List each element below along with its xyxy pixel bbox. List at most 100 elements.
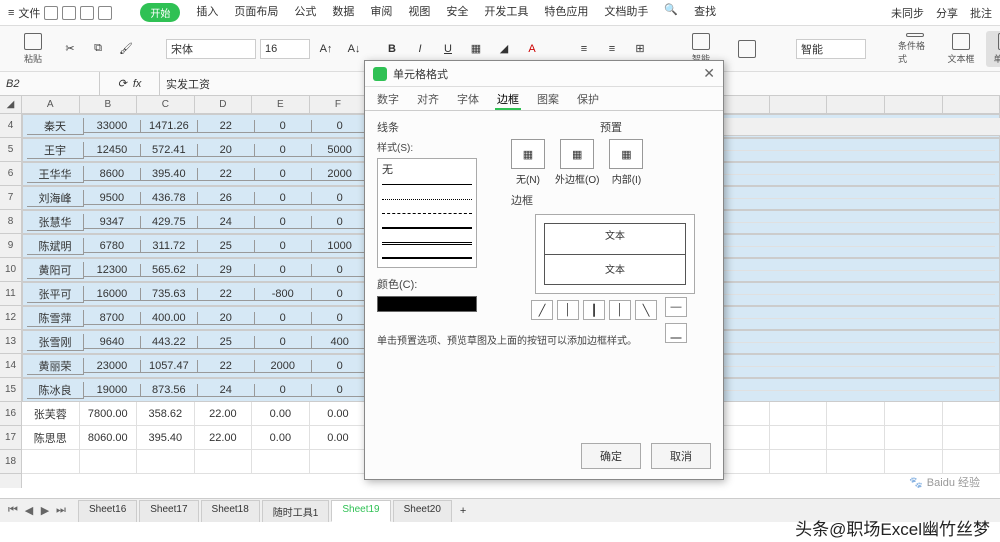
cell[interactable]: 572.41 xyxy=(141,144,198,157)
cell[interactable]: 0 xyxy=(255,216,312,229)
cell[interactable]: 12450 xyxy=(84,144,141,157)
print-icon[interactable] xyxy=(98,6,112,20)
cell[interactable]: 429.75 xyxy=(141,216,198,229)
tab-dev[interactable]: 开发工具 xyxy=(484,3,528,22)
line-style-list[interactable]: 无 xyxy=(377,158,477,268)
add-sheet-button[interactable]: + xyxy=(460,505,466,517)
tab-home[interactable]: 开始 xyxy=(140,3,180,22)
row-header[interactable]: 12 xyxy=(0,306,21,330)
fx-button[interactable]: ⟳fx xyxy=(100,72,160,95)
cell[interactable]: 1471.26 xyxy=(141,120,198,133)
cell[interactable]: 443.22 xyxy=(141,336,198,349)
table-format-button[interactable]: 文本框 xyxy=(940,31,982,67)
tab-formula[interactable]: 公式 xyxy=(294,3,316,22)
cell[interactable]: 陈思思 xyxy=(22,426,80,450)
cell[interactable] xyxy=(137,450,195,474)
border-middle-button[interactable]: — xyxy=(665,297,687,317)
cell[interactable]: 25 xyxy=(198,240,255,253)
row-header[interactable]: 6 xyxy=(0,162,21,186)
cell[interactable]: 19000 xyxy=(84,384,141,397)
cell[interactable]: 陈斌明 xyxy=(27,238,84,255)
cell[interactable]: 25 xyxy=(198,336,255,349)
cell[interactable]: 0 xyxy=(255,120,312,133)
row-header[interactable]: 8 xyxy=(0,210,21,234)
cell[interactable]: 0 xyxy=(312,312,369,325)
app-menu-icon[interactable]: ≡ xyxy=(8,7,14,19)
cell[interactable]: 436.78 xyxy=(141,192,198,205)
share-button[interactable]: 分享 xyxy=(936,5,958,21)
cell[interactable]: 23000 xyxy=(84,360,141,373)
row-header[interactable]: 17 xyxy=(0,426,21,450)
cell[interactable]: 16000 xyxy=(84,288,141,301)
style-double[interactable] xyxy=(382,238,472,249)
dialog-tab[interactable]: 数字 xyxy=(375,87,401,110)
sync-status[interactable]: 未同步 xyxy=(891,5,924,21)
row-header[interactable]: 13 xyxy=(0,330,21,354)
ok-button[interactable]: 确定 xyxy=(581,443,641,469)
select-all-corner[interactable]: ◢ xyxy=(0,96,21,114)
cell[interactable]: 0 xyxy=(255,144,312,157)
style-medium[interactable] xyxy=(382,223,472,234)
dialog-tab[interactable]: 保护 xyxy=(575,87,601,110)
format-painter-button[interactable]: 🖌 xyxy=(114,31,138,67)
sheet-tab[interactable]: Sheet20 xyxy=(393,500,452,522)
row-header[interactable]: 18 xyxy=(0,450,21,474)
col-header[interactable]: E xyxy=(252,96,310,113)
cell[interactable]: 20 xyxy=(198,312,255,325)
close-icon[interactable]: ✕ xyxy=(703,65,715,82)
row-header[interactable]: 14 xyxy=(0,354,21,378)
cell[interactable]: 0 xyxy=(255,240,312,253)
cell[interactable]: 22.00 xyxy=(195,426,253,450)
cell[interactable]: 0.00 xyxy=(252,426,310,450)
color-picker[interactable] xyxy=(377,296,477,312)
undo-icon[interactable] xyxy=(62,6,76,20)
preset-button[interactable]: ▦无(N) xyxy=(511,139,545,186)
cell[interactable]: 33000 xyxy=(84,120,141,133)
cell[interactable] xyxy=(310,450,368,474)
dialog-tab[interactable]: 边框 xyxy=(495,87,521,110)
cell[interactable]: 0 xyxy=(312,120,369,133)
cell[interactable] xyxy=(195,450,253,474)
cell[interactable]: 2000 xyxy=(255,360,312,373)
sheet-nav-button[interactable]: ▶ xyxy=(38,504,52,517)
cell[interactable]: 张平可 xyxy=(27,286,84,303)
cell[interactable]: 400.00 xyxy=(141,312,198,325)
cell[interactable]: 20 xyxy=(198,144,255,157)
cell[interactable]: 张雪刚 xyxy=(27,334,84,351)
cell[interactable]: 0 xyxy=(312,216,369,229)
cell[interactable] xyxy=(252,450,310,474)
cell[interactable]: 秦天 xyxy=(27,118,84,135)
col-header[interactable]: F xyxy=(310,96,368,113)
border-vcenter-button[interactable]: ┃ xyxy=(583,300,605,320)
preset-button[interactable]: ▦外边框(O) xyxy=(555,139,599,186)
cell[interactable]: 395.40 xyxy=(137,426,195,450)
tab-special[interactable]: 特色应用 xyxy=(544,3,588,22)
row-header[interactable]: 4 xyxy=(0,114,21,138)
sheet-tab[interactable]: Sheet16 xyxy=(78,500,137,522)
cell[interactable]: 王华华 xyxy=(27,166,84,183)
col-header[interactable]: D xyxy=(195,96,253,113)
border-left-button[interactable]: │ xyxy=(557,300,579,320)
sheet-nav-button[interactable]: ⏭ xyxy=(54,504,68,517)
sheet-tab[interactable]: Sheet19 xyxy=(331,500,390,522)
cell[interactable]: 0 xyxy=(312,288,369,301)
cell[interactable]: 刘海峰 xyxy=(27,190,84,207)
style-thick[interactable] xyxy=(382,252,472,263)
cell[interactable]: -800 xyxy=(255,288,312,301)
cell[interactable]: 陈冰良 xyxy=(27,382,84,399)
border-diag-down-button[interactable]: ╲ xyxy=(635,300,657,320)
cell[interactable]: 29 xyxy=(198,264,255,277)
tab-data[interactable]: 数据 xyxy=(332,3,354,22)
cell[interactable]: 873.56 xyxy=(141,384,198,397)
cell[interactable]: 0.00 xyxy=(310,426,368,450)
dialog-tab[interactable]: 字体 xyxy=(455,87,481,110)
search-icon[interactable]: 🔍 xyxy=(664,3,678,22)
cell[interactable]: 22 xyxy=(198,120,255,133)
cell[interactable]: 张芙蓉 xyxy=(22,402,80,426)
cell[interactable]: 8700 xyxy=(84,312,141,325)
cell[interactable]: 0.00 xyxy=(252,402,310,426)
cell[interactable]: 0.00 xyxy=(310,402,368,426)
tab-pagelayout[interactable]: 页面布局 xyxy=(234,3,278,22)
cell[interactable]: 24 xyxy=(198,216,255,229)
number-format-button[interactable] xyxy=(726,31,768,67)
